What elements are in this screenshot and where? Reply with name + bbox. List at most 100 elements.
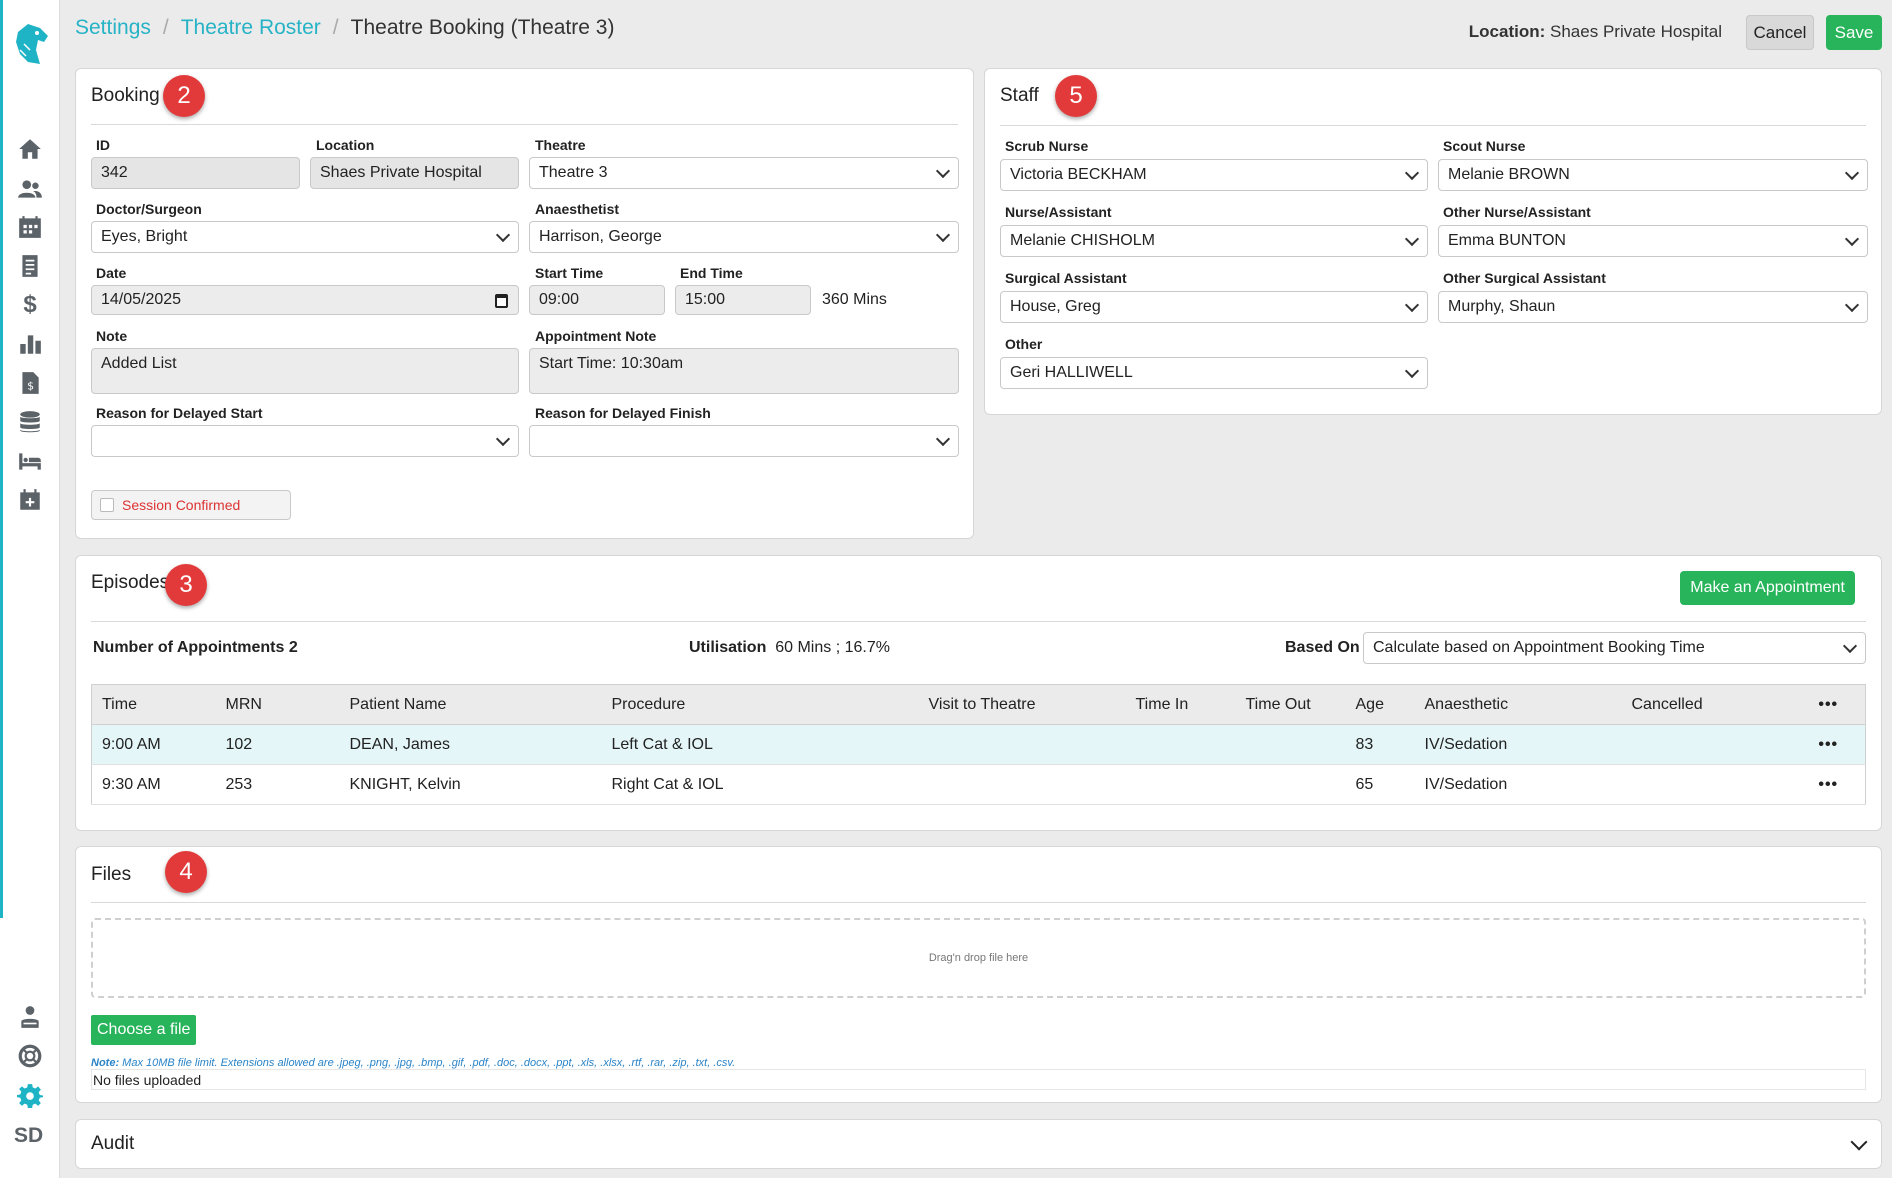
nurse-assistant-select[interactable]: Melanie CHISHOLM [1000,225,1428,257]
column-header[interactable]: Time [91,684,216,725]
end-time-label: End Time [680,265,743,281]
chevron-down-icon [1842,638,1858,654]
chevron-down-icon [1844,165,1860,181]
audit-card[interactable]: Audit [75,1119,1882,1169]
based-on-label: Based On [1285,639,1360,657]
breadcrumb-separator: / [332,16,339,39]
home-icon[interactable] [16,135,44,163]
save-button[interactable]: Save [1826,15,1882,50]
chevron-down-icon [495,431,511,447]
column-header[interactable]: Visit to Theatre [918,684,1126,725]
doctor-value: Eyes, Bright [101,228,188,245]
cell-visit [918,724,1126,765]
duration-text: 360 Mins [822,291,887,308]
files-title: Files [91,864,132,885]
location-indicator: Location: Shaes Private Hospital [1469,22,1722,42]
divider [91,902,1866,903]
column-header[interactable]: Procedure [601,684,919,725]
theatre-select[interactable]: Theatre 3 [529,157,959,189]
doctor-select[interactable]: Eyes, Bright [91,221,519,253]
location-field-label: Location [316,137,375,153]
row-menu-icon[interactable]: ••• [1791,764,1866,805]
choose-file-button[interactable]: Choose a file [91,1015,197,1045]
based-on-select[interactable]: Calculate based on Appointment Booking T… [1363,632,1866,664]
other-staff-label: Other [1005,336,1043,352]
make-appointment-button[interactable]: Make an Appointment [1680,571,1855,605]
cell-time-in [1125,724,1236,765]
column-header[interactable]: MRN [215,684,340,725]
sidebar: $ $ SD [0,0,60,1178]
cell-time: 9:30 AM [91,764,216,805]
admin-icon[interactable] [16,1003,44,1031]
anaesthetist-label: Anaesthetist [535,201,620,217]
table-row[interactable]: 9:30 AM 253 KNIGHT, Kelvin Right Cat & I… [91,764,1866,805]
start-time-field[interactable]: 09:00 [529,285,665,315]
database-icon[interactable] [16,408,44,436]
table-row[interactable]: 9:00 AM 102 DEAN, James Left Cat & IOL 8… [91,724,1866,765]
anaesthetist-select[interactable]: Harrison, George [529,221,959,253]
cell-visit [918,764,1126,805]
column-header[interactable]: Cancelled [1621,684,1792,725]
episodes-title: Episodes [91,572,170,593]
episodes-table: Time MRN Patient Name Procedure Visit to… [91,684,1866,805]
chevron-down-icon [1404,165,1420,181]
other-nurse-select[interactable]: Emma BUNTON [1438,225,1868,257]
support-icon[interactable] [16,1042,44,1070]
users-icon[interactable] [16,175,44,203]
step-badge: 3 [165,564,207,606]
gear-icon[interactable] [16,1081,44,1109]
bed-icon[interactable] [16,447,44,475]
appointments-count: Number of Appointments 2 [93,639,298,657]
session-confirmed-toggle[interactable]: Session Confirmed [91,490,291,520]
column-header[interactable]: Age [1345,684,1415,725]
chevron-down-icon[interactable] [1850,1133,1868,1151]
appointment-note-textarea[interactable]: Start Time: 10:30am [529,348,959,394]
column-header[interactable]: Anaesthetic [1414,684,1622,725]
nurse-assistant-value: Melanie CHISHOLM [1010,232,1155,249]
episodes-card: Episodes 3 Make an Appointment Number of… [75,555,1882,831]
file-dropzone[interactable]: Drag'n drop file here [91,918,1866,998]
cell-patient-name: DEAN, James [339,724,602,765]
column-menu-icon[interactable]: ••• [1791,684,1866,725]
breadcrumb-settings[interactable]: Settings [75,16,151,40]
delayed-start-select[interactable] [91,425,519,457]
note-value: Added List [101,355,177,372]
chevron-down-icon [935,431,951,447]
scrub-nurse-select[interactable]: Victoria BECKHAM [1000,159,1428,191]
breadcrumb: Settings / Theatre Roster / Theatre Book… [75,16,614,40]
cell-time: 9:00 AM [91,724,216,765]
location-field: Shaes Private Hospital [310,157,519,189]
end-time-field[interactable]: 15:00 [675,285,811,315]
column-header[interactable]: Patient Name [339,684,602,725]
calendar-icon[interactable] [495,294,508,308]
column-header[interactable]: Time Out [1235,684,1346,725]
column-header[interactable]: Time In [1125,684,1236,725]
calendar-plus-icon[interactable] [16,486,44,514]
row-menu-icon[interactable]: ••• [1791,724,1866,765]
other-staff-select[interactable]: Geri HALLIWELL [1000,357,1428,389]
delayed-finish-select[interactable] [529,425,959,457]
page-title: Theatre Booking (Theatre 3) [350,16,615,39]
top-bar: Settings / Theatre Roster / Theatre Book… [75,14,1892,54]
note-textarea[interactable]: Added List [91,348,519,394]
document-icon[interactable] [16,252,44,280]
date-field[interactable]: 14/05/2025 [91,285,519,315]
surgical-assistant-select[interactable]: House, Greg [1000,291,1428,323]
cell-mrn: 102 [215,724,340,765]
calendar-icon[interactable] [16,213,44,241]
invoice-icon[interactable]: $ [16,369,44,397]
dog-logo[interactable] [10,20,50,68]
other-surgical-assistant-value: Murphy, Shaun [1448,298,1556,315]
breadcrumb-separator: / [162,16,169,39]
other-surgical-assistant-select[interactable]: Murphy, Shaun [1438,291,1868,323]
cancel-button[interactable]: Cancel [1746,15,1814,50]
dollar-icon[interactable]: $ [16,291,44,319]
scout-nurse-select[interactable]: Melanie BROWN [1438,159,1868,191]
bar-chart-icon[interactable] [16,330,44,358]
chevron-down-icon [495,227,511,243]
based-on-label-text: Based On [1285,639,1360,656]
user-initials[interactable]: SD [14,1124,43,1148]
scrub-nurse-label: Scrub Nurse [1005,138,1089,154]
session-confirmed-checkbox[interactable] [100,498,114,512]
breadcrumb-theatre-roster[interactable]: Theatre Roster [181,16,321,40]
